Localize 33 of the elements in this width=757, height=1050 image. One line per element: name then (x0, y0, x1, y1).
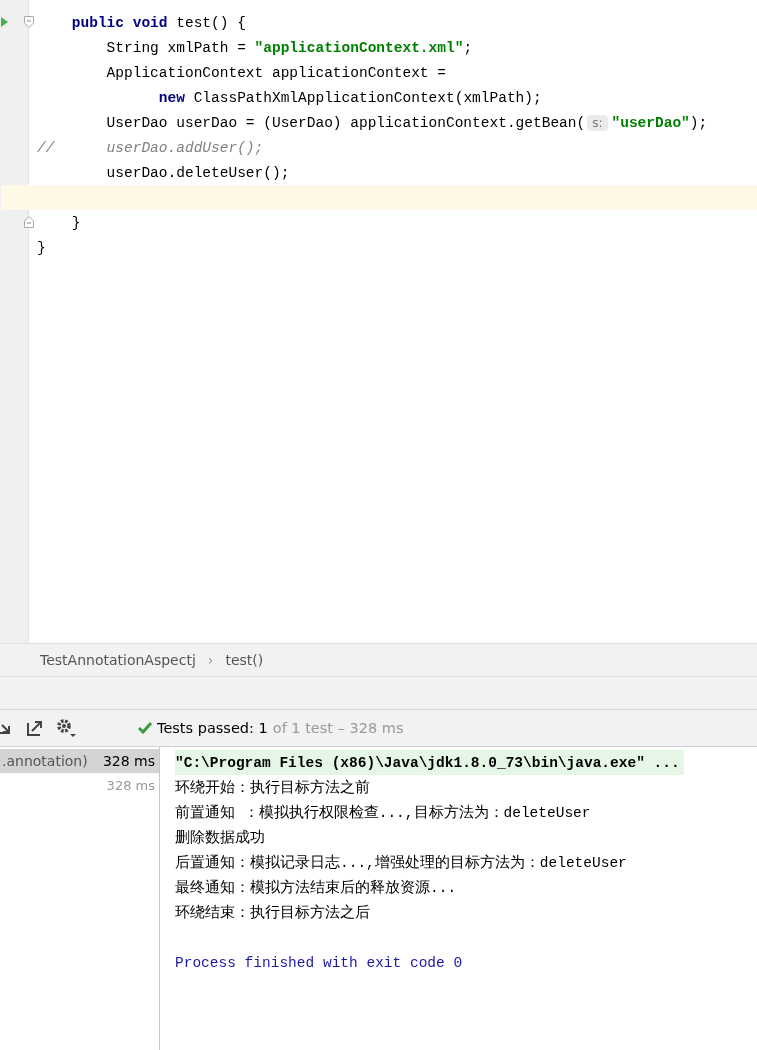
test-tree-item[interactable]: .annotation) 328 ms (0, 749, 159, 773)
console-output: 环绕开始：执行目标方法之前 (175, 778, 370, 798)
code-line: // userDao.addUser(); (36, 139, 264, 156)
code-line: UserDao userDao = (UserDao) applicationContext.getBean( s: "userDao"); (105, 114, 708, 131)
tests-detail: of 1 test – 328 ms (272, 720, 404, 736)
settings-icon[interactable] (56, 718, 76, 738)
console-output: 最终通知：模拟方法结束后的释放资源... (175, 878, 457, 898)
tests-passed-label: Tests passed: 1 (157, 720, 268, 736)
console-output: 后置通知：模拟记录日志...,增强处理的目标方法为：deleteUser (175, 853, 627, 873)
code-line: } (70, 214, 81, 231)
test-time: 328 ms (106, 777, 155, 793)
code-line: String xmlPath = "applicationContext.xml"; (105, 39, 473, 56)
export-icon[interactable] (26, 719, 44, 737)
test-time: 328 ms (102, 753, 155, 769)
breadcrumb[interactable]: test() (225, 652, 264, 668)
breadcrumb-separator: › (207, 652, 214, 668)
code-line: userDao.deleteUser(); (105, 164, 290, 181)
run-icon[interactable] (1, 16, 9, 28)
console-output: 环绕结束：执行目标方法之后 (175, 903, 370, 923)
code-line: new ClassPathXmlApplicationContext(xmlPath); (157, 89, 542, 106)
code-line: ApplicationContext applicationContext = (105, 64, 446, 81)
console-output: 删除数据成功 (175, 828, 265, 848)
check-icon (138, 722, 152, 734)
code-line: } (36, 239, 46, 256)
console-exit-message: Process finished with exit code 0 (175, 953, 463, 973)
code-line: public void test() { (70, 14, 246, 31)
test-name: .annotation) (2, 753, 88, 769)
console-output: 前置通知 ：模拟执行权限检查...,目标方法为：deleteUser (175, 803, 591, 823)
console-command: "C:\Program Files (x86)\Java\jdk1.8.0_73\bin\java.exe" ... (175, 750, 684, 775)
fold-icon[interactable] (24, 16, 34, 28)
breadcrumb[interactable]: TestAnnotationAspectj (40, 652, 196, 668)
code-editor[interactable] (0, 0, 757, 643)
fold-icon[interactable] (24, 216, 34, 228)
